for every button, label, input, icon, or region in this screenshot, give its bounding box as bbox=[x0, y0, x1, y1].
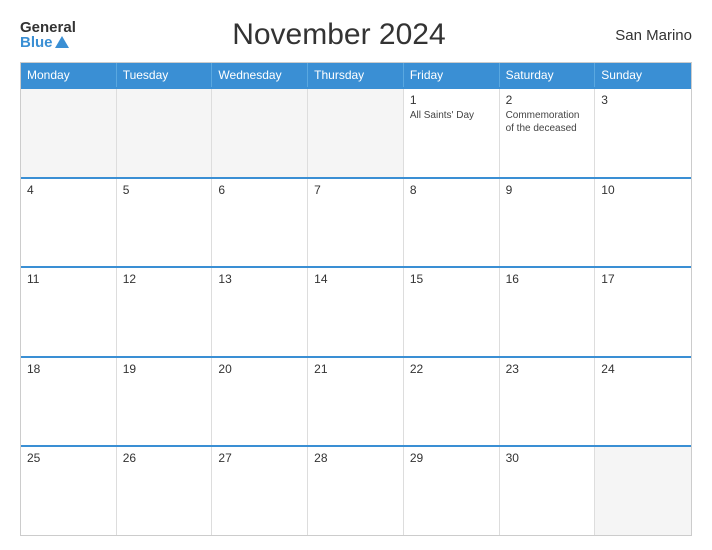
cell-w4-d2: 19 bbox=[117, 358, 213, 446]
day-number: 19 bbox=[123, 362, 206, 376]
day-number: 3 bbox=[601, 93, 685, 107]
cell-w5-d6: 30 bbox=[500, 447, 596, 535]
day-number: 8 bbox=[410, 183, 493, 197]
cell-w4-d4: 21 bbox=[308, 358, 404, 446]
col-wednesday: Wednesday bbox=[212, 63, 308, 87]
cell-w2-d5: 8 bbox=[404, 179, 500, 267]
day-number: 28 bbox=[314, 451, 397, 465]
cell-w2-d4: 7 bbox=[308, 179, 404, 267]
col-thursday: Thursday bbox=[308, 63, 404, 87]
day-number: 18 bbox=[27, 362, 110, 376]
calendar-body: 1 All Saints' Day 2 Commemoration of the de… bbox=[21, 87, 691, 535]
region-label: San Marino bbox=[602, 27, 692, 44]
day-number: 21 bbox=[314, 362, 397, 376]
day-number: 23 bbox=[506, 362, 589, 376]
day-number: 24 bbox=[601, 362, 685, 376]
day-number: 14 bbox=[314, 272, 397, 286]
cell-w3-d5: 15 bbox=[404, 268, 500, 356]
col-friday: Friday bbox=[404, 63, 500, 87]
week-row-3: 11 12 13 14 15 16 17 bbox=[21, 266, 691, 356]
header: General Blue November 2024 San Marino bbox=[20, 18, 692, 52]
day-number: 27 bbox=[218, 451, 301, 465]
logo: General Blue bbox=[20, 20, 76, 50]
day-number: 6 bbox=[218, 183, 301, 197]
day-number: 7 bbox=[314, 183, 397, 197]
col-monday: Monday bbox=[21, 63, 117, 87]
cell-w5-d2: 26 bbox=[117, 447, 213, 535]
cell-w2-d2: 5 bbox=[117, 179, 213, 267]
cell-w1-d2 bbox=[117, 89, 213, 177]
col-saturday: Saturday bbox=[500, 63, 596, 87]
day-number: 20 bbox=[218, 362, 301, 376]
col-tuesday: Tuesday bbox=[117, 63, 213, 87]
day-number: 2 bbox=[506, 93, 589, 107]
day-number: 10 bbox=[601, 183, 685, 197]
day-number: 17 bbox=[601, 272, 685, 286]
day-number: 26 bbox=[123, 451, 206, 465]
logo-blue-text: Blue bbox=[20, 35, 76, 50]
day-number: 15 bbox=[410, 272, 493, 286]
cell-w1-d5: 1 All Saints' Day bbox=[404, 89, 500, 177]
calendar-header: Monday Tuesday Wednesday Thursday Friday… bbox=[21, 63, 691, 87]
cell-w5-d3: 27 bbox=[212, 447, 308, 535]
cell-w4-d1: 18 bbox=[21, 358, 117, 446]
day-number: 11 bbox=[27, 272, 110, 286]
week-row-2: 456789 10 bbox=[21, 177, 691, 267]
week-row-1: 1 All Saints' Day 2 Commemoration of the de… bbox=[21, 87, 691, 177]
cell-w5-d1: 25 bbox=[21, 447, 117, 535]
cell-w5-d4: 28 bbox=[308, 447, 404, 535]
cell-w4-d5: 22 bbox=[404, 358, 500, 446]
day-number: 12 bbox=[123, 272, 206, 286]
page: General Blue November 2024 San Marino Mo… bbox=[0, 0, 712, 550]
logo-general-text: General bbox=[20, 20, 76, 35]
cell-w3-d4: 14 bbox=[308, 268, 404, 356]
cell-w3-d3: 13 bbox=[212, 268, 308, 356]
cell-w2-d7: 10 bbox=[595, 179, 691, 267]
cell-w2-d6: 9 bbox=[500, 179, 596, 267]
cell-w3-d2: 12 bbox=[117, 268, 213, 356]
cell-w3-d7: 17 bbox=[595, 268, 691, 356]
cell-w2-d3: 6 bbox=[212, 179, 308, 267]
day-number: 30 bbox=[506, 451, 589, 465]
cell-w1-d7: 3 bbox=[595, 89, 691, 177]
cell-w1-d3 bbox=[212, 89, 308, 177]
event-label: Commemoration of the deceased bbox=[506, 109, 589, 135]
day-number: 25 bbox=[27, 451, 110, 465]
logo-triangle-icon bbox=[55, 36, 69, 48]
day-number: 4 bbox=[27, 183, 110, 197]
cell-w1-d6: 2 Commemoration of the deceased bbox=[500, 89, 596, 177]
cell-w4-d3: 20 bbox=[212, 358, 308, 446]
event-label: All Saints' Day bbox=[410, 109, 493, 122]
calendar-title: November 2024 bbox=[76, 18, 602, 52]
day-number: 16 bbox=[506, 272, 589, 286]
cell-w4-d6: 23 bbox=[500, 358, 596, 446]
day-number: 22 bbox=[410, 362, 493, 376]
cell-w4-d7: 24 bbox=[595, 358, 691, 446]
day-number: 1 bbox=[410, 93, 493, 107]
week-row-5: 25 26 27 28 29 30 bbox=[21, 445, 691, 535]
day-number: 5 bbox=[123, 183, 206, 197]
cell-w2-d1: 4 bbox=[21, 179, 117, 267]
cell-w1-d4 bbox=[308, 89, 404, 177]
calendar: Monday Tuesday Wednesday Thursday Friday… bbox=[20, 62, 692, 536]
col-sunday: Sunday bbox=[595, 63, 691, 87]
day-number: 13 bbox=[218, 272, 301, 286]
cell-w3-d1: 11 bbox=[21, 268, 117, 356]
cell-w5-d5: 29 bbox=[404, 447, 500, 535]
cell-w5-d7 bbox=[595, 447, 691, 535]
cell-w1-d1 bbox=[21, 89, 117, 177]
day-number: 9 bbox=[506, 183, 589, 197]
week-row-4: 18 19 20 21 22 23 24 bbox=[21, 356, 691, 446]
day-number: 29 bbox=[410, 451, 493, 465]
cell-w3-d6: 16 bbox=[500, 268, 596, 356]
